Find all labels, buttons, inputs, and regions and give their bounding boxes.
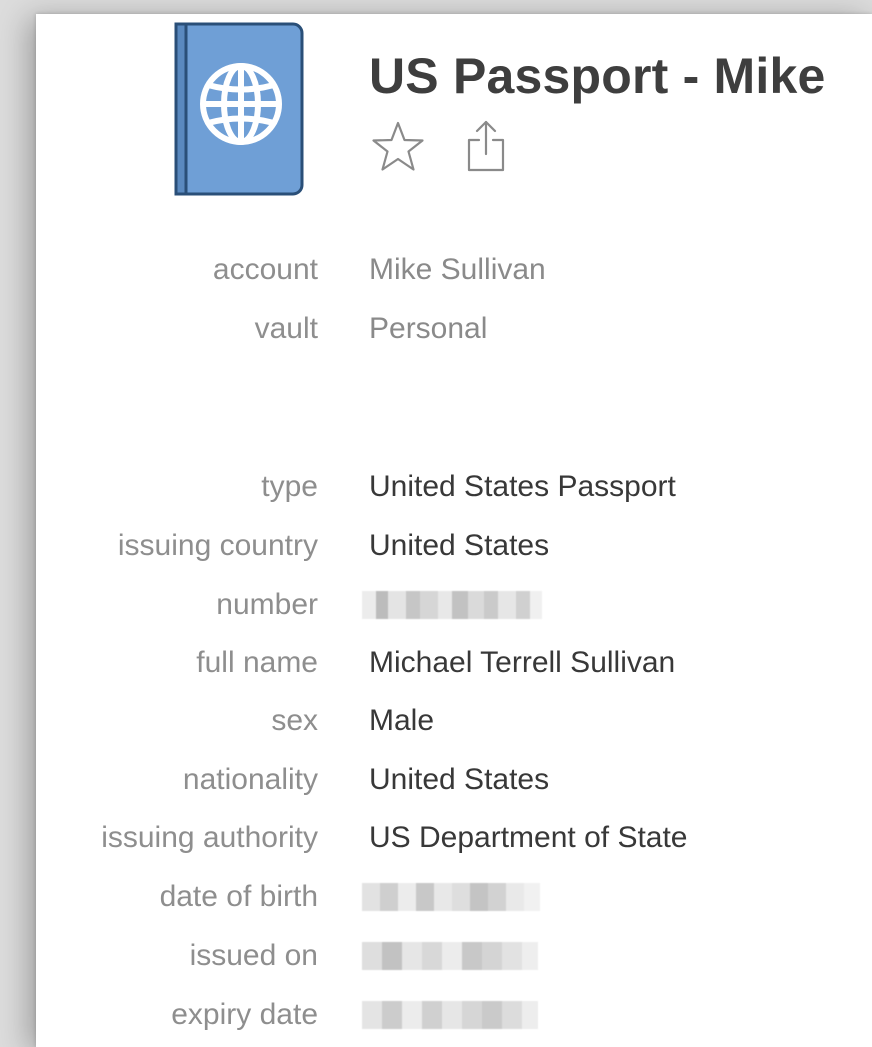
field-value[interactable]: Michael Terrell Sullivan	[369, 645, 675, 681]
field-label: issued on	[189, 939, 318, 972]
field-value[interactable]: Mike Sullivan	[369, 252, 546, 288]
field-row-issued-on: issued on	[0, 938, 872, 974]
field-row-issuing-country: issuing country United States	[0, 528, 872, 564]
passport-icon	[174, 22, 304, 196]
field-row-number: number	[0, 587, 872, 623]
field-label: account	[212, 253, 318, 286]
field-value[interactable]: Male	[369, 703, 434, 739]
field-row-expiry-date: expiry date	[0, 997, 872, 1033]
field-row-full-name: full name Michael Terrell Sullivan	[0, 645, 872, 681]
field-value[interactable]: US Department of State	[369, 820, 688, 856]
field-value[interactable]: United States	[369, 762, 549, 798]
star-icon[interactable]	[370, 120, 426, 174]
redacted-value[interactable]	[362, 883, 540, 911]
field-value[interactable]: Personal	[369, 311, 487, 347]
field-value[interactable]: United States	[369, 528, 549, 564]
redacted-value[interactable]	[362, 1001, 538, 1029]
field-row-type: type United States Passport	[0, 469, 872, 505]
field-label: date of birth	[159, 880, 318, 913]
field-row-nationality: nationality United States	[0, 762, 872, 798]
field-row-sex: sex Male	[0, 703, 872, 739]
field-label: nationality	[182, 763, 318, 796]
field-label: type	[261, 470, 318, 503]
field-label: expiry date	[171, 998, 318, 1031]
field-value[interactable]: United States Passport	[369, 469, 676, 505]
redacted-value[interactable]	[362, 942, 538, 970]
field-label: issuing country	[117, 529, 318, 562]
field-label: vault	[254, 312, 318, 345]
field-row-issuing-authority: issuing authority US Department of State	[0, 820, 872, 856]
meta-row-account: account Mike Sullivan	[0, 252, 872, 288]
field-label: number	[216, 588, 318, 621]
field-label: sex	[271, 704, 318, 737]
meta-row-vault: vault Personal	[0, 311, 872, 347]
item-title: US Passport - Mike	[369, 48, 826, 104]
redacted-value[interactable]	[362, 591, 542, 619]
field-row-date-of-birth: date of birth	[0, 879, 872, 915]
field-label: issuing authority	[101, 821, 318, 854]
field-label: full name	[196, 646, 318, 679]
share-icon[interactable]	[464, 118, 508, 174]
